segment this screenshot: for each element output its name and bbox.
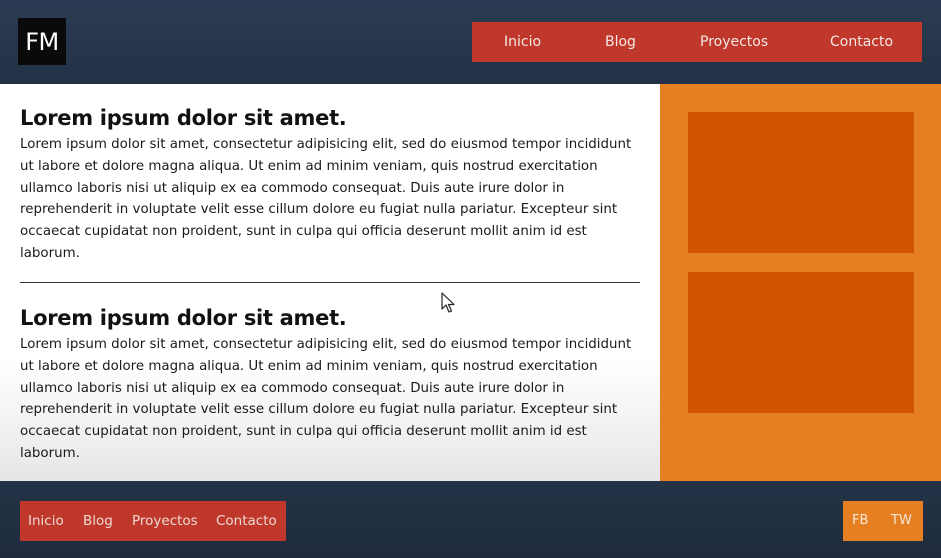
article-body: Lorem ipsum dolor sit amet, consectetur … <box>20 337 632 461</box>
logo[interactable]: FM <box>18 18 66 65</box>
mouse-pointer-icon <box>441 292 455 313</box>
footer-link-contacto[interactable]: Contacto <box>216 513 277 529</box>
article-body: Lorem ipsum dolor sit amet, consectetur … <box>20 137 632 261</box>
footer-nav: Inicio Blog Proyectos Contacto <box>20 501 286 541</box>
footer-link-blog[interactable]: Blog <box>83 513 113 529</box>
nav-link-blog[interactable]: Blog <box>605 34 636 50</box>
article-title: Lorem ipsum dolor sit amet. <box>20 106 347 130</box>
main-nav: Inicio Blog Proyectos Contacto <box>472 22 922 62</box>
nav-link-inicio[interactable]: Inicio <box>504 34 541 50</box>
main-content: Lorem ipsum dolor sit amet. Lorem ipsum … <box>0 84 660 481</box>
site-footer: Inicio Blog Proyectos Contacto FB TW <box>0 481 941 558</box>
sidebar <box>660 84 941 481</box>
article-1: Lorem ipsum dolor sit amet. Lorem ipsum … <box>20 106 640 265</box>
article-title: Lorem ipsum dolor sit amet. <box>20 306 347 330</box>
logo-text: FM <box>25 27 59 56</box>
article-divider <box>20 282 640 283</box>
nav-link-proyectos[interactable]: Proyectos <box>700 34 768 50</box>
sidebar-box-1 <box>688 112 914 253</box>
social-link-fb[interactable]: FB <box>852 513 868 528</box>
article-2: Lorem ipsum dolor sit amet. Lorem ipsum … <box>20 306 640 465</box>
footer-link-proyectos[interactable]: Proyectos <box>132 513 198 529</box>
social-links: FB TW <box>843 501 923 541</box>
sidebar-box-2 <box>688 272 914 413</box>
nav-link-contacto[interactable]: Contacto <box>830 34 893 50</box>
site-header: FM Inicio Blog Proyectos Contacto <box>0 0 941 84</box>
social-link-tw[interactable]: TW <box>891 513 912 528</box>
footer-link-inicio[interactable]: Inicio <box>28 513 64 529</box>
